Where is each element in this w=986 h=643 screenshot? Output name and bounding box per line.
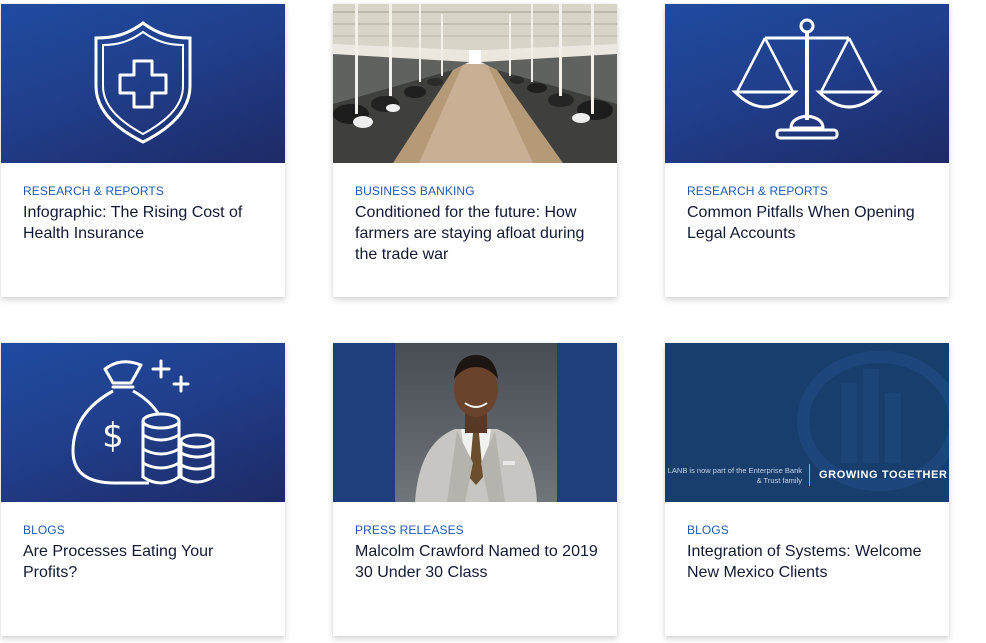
money-bag-coins-icon: $ (71, 359, 215, 485)
article-card-4[interactable]: $ BLOGS Are Processes Eating Your Profit… (1, 343, 285, 636)
card-title[interactable]: Integration of Systems: Welcome New Mexi… (687, 541, 931, 583)
card-category[interactable]: BLOGS (23, 523, 267, 537)
article-card-3[interactable]: RESEARCH & REPORTS Common Pitfalls When … (665, 4, 949, 297)
card-title[interactable]: Malcolm Crawford Named to 2019 30 Under … (355, 541, 599, 583)
card-category[interactable]: BUSINESS BANKING (355, 184, 599, 198)
card-thumbnail (333, 4, 617, 163)
card-title[interactable]: Common Pitfalls When Opening Legal Accou… (687, 202, 931, 244)
svg-text:$: $ (102, 416, 124, 456)
card-title[interactable]: Conditioned for the future: How farmers … (355, 202, 599, 265)
shield-plus-icon (94, 21, 192, 144)
article-card-2[interactable]: BUSINESS BANKING Conditioned for the fut… (333, 4, 617, 297)
dairy-barn-photo (333, 4, 617, 163)
article-card-5[interactable]: PRESS RELEASES Malcolm Crawford Named to… (333, 343, 617, 636)
card-category[interactable]: RESEARCH & REPORTS (687, 184, 931, 198)
scales-of-justice-icon (731, 18, 883, 140)
headshot-photo (395, 343, 557, 502)
lanb-growing-together-banner: LANB is now part of the Enterprise Bank … (665, 343, 949, 502)
card-thumbnail (665, 4, 949, 163)
article-card-1[interactable]: RESEARCH & REPORTS Infographic: The Risi… (1, 4, 285, 297)
card-title[interactable]: Infographic: The Rising Cost of Health I… (23, 202, 267, 244)
banner-small-text: LANB is now part of the Enterprise Bank … (667, 466, 802, 485)
card-category[interactable]: RESEARCH & REPORTS (23, 184, 267, 198)
card-thumbnail (1, 4, 285, 163)
person-silhouette (415, 355, 537, 502)
banner-big-text: GROWING TOGETHER (819, 469, 948, 481)
card-thumbnail (333, 343, 617, 502)
card-thumbnail: $ (1, 343, 285, 502)
card-category[interactable]: PRESS RELEASES (355, 523, 599, 537)
banner-divider (809, 464, 810, 486)
card-title[interactable]: Are Processes Eating Your Profits? (23, 541, 267, 583)
article-card-6[interactable]: LANB is now part of the Enterprise Bank … (665, 343, 949, 636)
card-thumbnail: LANB is now part of the Enterprise Bank … (665, 343, 949, 502)
card-category[interactable]: BLOGS (687, 523, 931, 537)
